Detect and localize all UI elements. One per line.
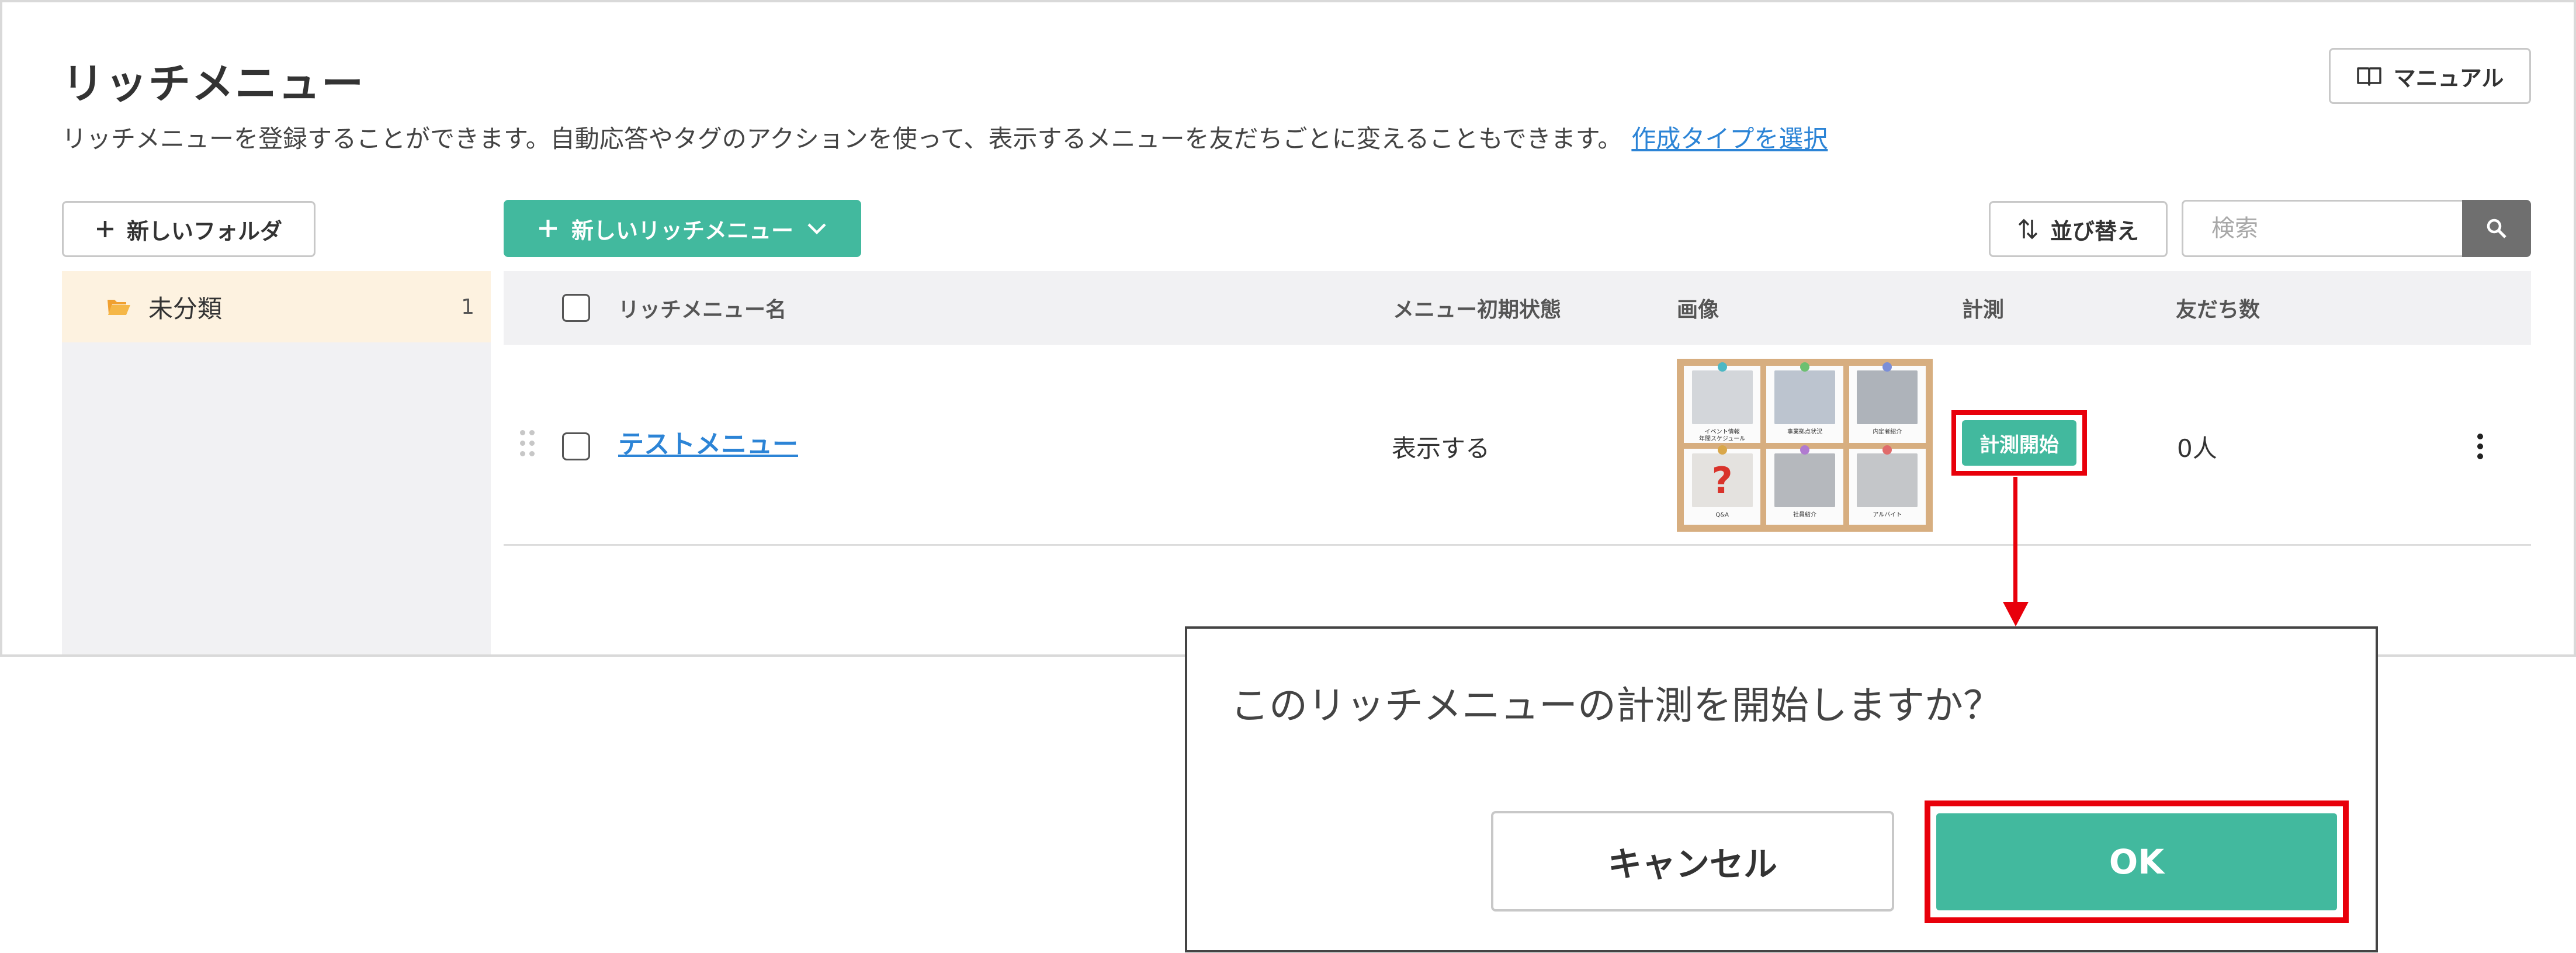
table-header: リッチメニュー名 メニュー初期状態 画像 計測 友だち数	[504, 271, 2531, 345]
tile-photo	[1774, 453, 1835, 507]
search-icon	[2487, 219, 2506, 238]
plus-icon	[96, 221, 113, 237]
column-header-image: 画像	[1677, 298, 1719, 322]
cancel-button[interactable]: キャンセル	[1491, 811, 1894, 912]
thumbnail-tile: 社員紹介	[1766, 445, 1843, 525]
folder-sidebar: 未分類 1	[62, 271, 491, 654]
measure-button-highlight: 計測開始	[1951, 410, 2087, 476]
pin-icon	[1800, 445, 1809, 455]
dialog-message: このリッチメニューの計測を開始しますか？	[1230, 683, 2002, 728]
start-measurement-button[interactable]: 計測開始	[1962, 420, 2076, 466]
ok-button-highlight: OK	[1925, 800, 2349, 923]
friends-count: 0人	[2177, 434, 2217, 463]
sort-arrows-icon	[2018, 219, 2038, 240]
tile-label: アルバイト	[1873, 512, 1902, 518]
search-button[interactable]	[2462, 200, 2531, 257]
tile-label: Q&A	[1715, 512, 1729, 518]
column-header-measure: 計測	[1962, 298, 2005, 322]
folder-count: 1	[461, 294, 474, 319]
tile-label: 内定者紹介	[1873, 429, 1902, 435]
rich-menu-thumbnail[interactable]: イベント情報 年間スケジュール 事業拠点状況 内定者紹介 ? Q&A 社員紹介 …	[1677, 359, 1933, 532]
column-header-friends: 友だち数	[2176, 298, 2260, 322]
thumbnail-tile: アルバイト	[1849, 445, 1926, 525]
question-mark-icon: ?	[1711, 459, 1733, 502]
initial-state-value: 表示する	[1392, 434, 1490, 463]
manual-button-label: マニュアル	[2393, 65, 2504, 91]
column-header-initial-state: メニュー初期状態	[1393, 298, 1562, 322]
tile-label: 事業拠点状況	[1787, 429, 1822, 435]
thumbnail-tile: 内定者紹介	[1849, 362, 1926, 443]
thumbnail-tile: ? Q&A	[1684, 445, 1761, 525]
new-rich-menu-button[interactable]: 新しいリッチメニュー	[504, 200, 861, 257]
tile-photo	[1691, 370, 1753, 424]
thumbnail-tile: 事業拠点状況	[1766, 362, 1843, 443]
row-checkbox[interactable]	[562, 432, 590, 460]
select-all-checkbox[interactable]	[562, 294, 590, 322]
table-row: テストメニュー 表示する イベント情報 年間スケジュール 事業拠点状況 内定者紹…	[504, 345, 2531, 546]
thumbnail-tile: イベント情報 年間スケジュール	[1684, 362, 1761, 443]
book-icon	[2356, 67, 2381, 86]
ok-button[interactable]: OK	[1934, 812, 2339, 912]
column-header-name: リッチメニュー名	[618, 298, 787, 322]
more-options-icon[interactable]	[2476, 434, 2484, 459]
tile-photo	[1857, 453, 1918, 507]
tile-label: イベント情報 年間スケジュール	[1699, 429, 1746, 442]
page-title: リッチメニュー	[62, 59, 365, 108]
pin-icon	[1800, 362, 1809, 372]
tile-photo: ?	[1691, 453, 1753, 507]
folder-name: 未分類	[148, 294, 223, 323]
sort-button[interactable]: 並び替え	[1989, 201, 2168, 257]
page-description: リッチメニューを登録することができます。自動応答やタグのアクションを使って、表示…	[62, 119, 1828, 155]
new-folder-button[interactable]: 新しいフォルダ	[62, 201, 316, 257]
callout-arrow-line	[2013, 477, 2017, 610]
new-rich-menu-label: 新しいリッチメニュー	[571, 217, 793, 244]
callout-arrow-head-icon	[2003, 602, 2029, 626]
page-description-text: リッチメニューを登録することができます。自動応答やタグのアクションを使って、表示…	[62, 124, 1622, 153]
pin-icon	[1717, 445, 1727, 455]
pin-icon	[1717, 362, 1727, 372]
manual-button[interactable]: マニュアル	[2329, 48, 2531, 104]
drag-handle-icon[interactable]	[520, 430, 535, 458]
plus-icon	[539, 220, 557, 237]
search-input[interactable]	[2182, 200, 2462, 257]
folder-item-uncategorized[interactable]: 未分類 1	[62, 271, 491, 342]
folder-open-icon	[108, 300, 130, 315]
rich-menu-name-link[interactable]: テストメニュー	[618, 423, 798, 460]
select-creation-type-link[interactable]: 作成タイプを選択	[1631, 124, 1828, 153]
rich-menu-page: リッチメニュー リッチメニューを登録することができます。自動応答やタグのアクショ…	[0, 0, 2576, 657]
tile-photo	[1774, 370, 1835, 424]
chevron-down-icon	[807, 223, 826, 235]
new-folder-label: 新しいフォルダ	[126, 218, 282, 244]
sort-label: 並び替え	[2050, 218, 2139, 244]
tile-label: 社員紹介	[1793, 512, 1816, 518]
tile-photo	[1857, 370, 1918, 424]
confirm-dialog: このリッチメニューの計測を開始しますか？ キャンセル OK	[1185, 626, 2378, 952]
